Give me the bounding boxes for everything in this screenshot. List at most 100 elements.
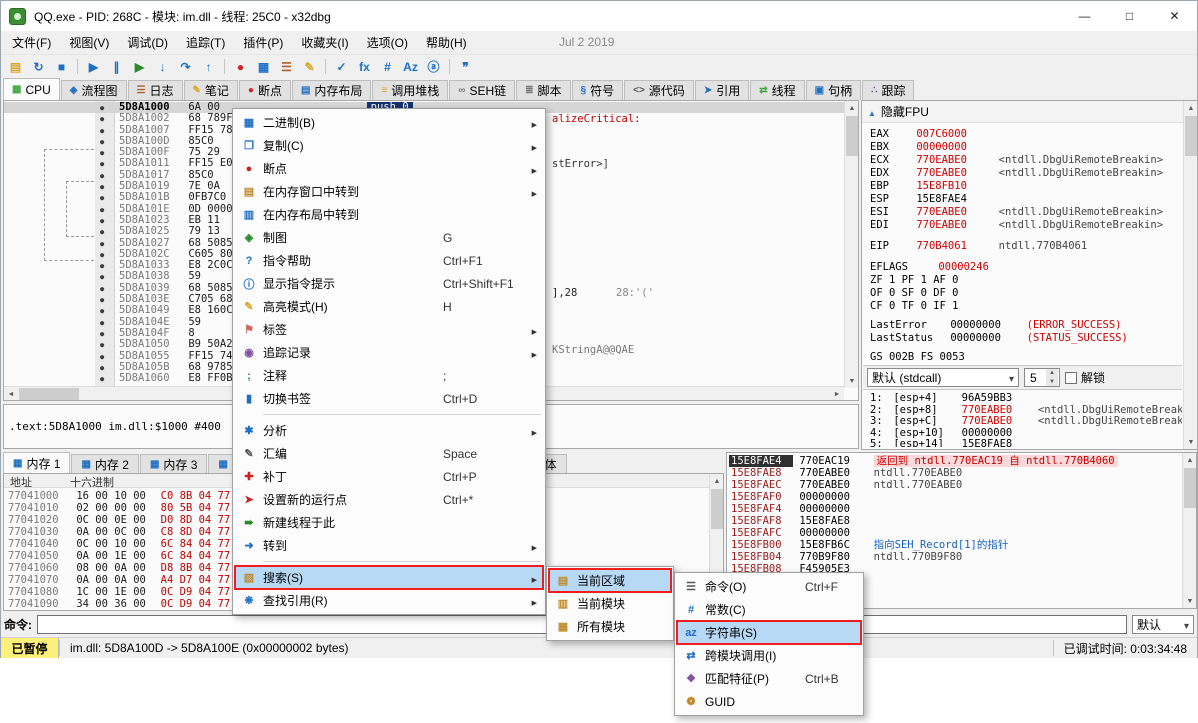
submenu-item[interactable]: ▥ 当前模块 xyxy=(549,592,671,615)
scroll-down-icon[interactable] xyxy=(1184,435,1198,449)
register-row[interactable]: ESP 15E8FAE4 xyxy=(870,193,1182,206)
stepper-down-icon[interactable] xyxy=(1046,378,1058,387)
toolbar-button[interactable]: ↻ xyxy=(27,56,50,77)
toolbar-button[interactable]: ❞ xyxy=(454,56,477,77)
toolbar-button[interactable]: ↑ xyxy=(197,56,220,77)
submenu-item[interactable]: az 字符串(S) xyxy=(677,621,861,644)
view-tab[interactable]: ≡ 调用堆栈 xyxy=(372,80,448,100)
toolbar-button[interactable]: ↓ xyxy=(151,56,174,77)
context-menu-item[interactable]: ▤ 在内存窗口中转到 xyxy=(235,180,543,203)
view-tab[interactable]: ▣ 句柄 xyxy=(806,80,861,100)
breakpoint-dot-icon[interactable] xyxy=(100,373,104,385)
submenu-item[interactable]: ▦ 所有模块 xyxy=(549,615,671,638)
stack-row[interactable]: 15E8FAEC 770EABE0 ntdll.770EABE0 xyxy=(729,479,1182,491)
toolbar-button[interactable]: ● xyxy=(229,56,252,77)
maximize-button[interactable]: □ xyxy=(1107,1,1152,31)
view-tab[interactable]: ● 断点 xyxy=(239,80,291,100)
flags-row[interactable]: ZF 1 PF 1 AF 0 xyxy=(870,274,1182,287)
context-menu-item[interactable]: ➜ 转到 xyxy=(235,534,543,557)
context-menu-item[interactable]: ❐ 复制(C) xyxy=(235,134,543,157)
command-convention-select[interactable]: 默认 xyxy=(1132,615,1194,634)
context-menu-item[interactable]: ⓘ 显示指令提示 Ctrl+Shift+F1 xyxy=(235,272,543,295)
view-tab[interactable]: ▤ 内存布局 xyxy=(292,80,371,100)
toolbar-button[interactable]: fx xyxy=(353,56,376,77)
toolbar-button[interactable] xyxy=(73,56,82,77)
submenu-item[interactable]: ❁ GUID xyxy=(677,690,861,713)
context-menu-item[interactable]: ; 注释 ; xyxy=(235,364,543,387)
toolbar-button[interactable]: # xyxy=(376,56,399,77)
view-tab[interactable]: ✎ 笔记 xyxy=(184,80,238,100)
toolbar-button[interactable]: ▶ xyxy=(128,56,151,77)
scroll-up-icon[interactable] xyxy=(1184,101,1198,115)
stack-row[interactable]: 15E8FB00 15E8FB6C 指向SEH_Record[1]的指针 xyxy=(729,539,1182,551)
context-menu-item[interactable]: ◉ 追踪记录 xyxy=(235,341,543,364)
dump-tab[interactable]: ▦ 内存 2 xyxy=(71,454,138,473)
context-menu-item[interactable]: ▥ 在内存布局中转到 xyxy=(235,203,543,226)
last-error-row[interactable]: LastError 00000000 (ERROR_SUCCESS) xyxy=(870,319,1182,332)
scrollbar-thumb[interactable] xyxy=(711,489,723,529)
toolbar-button[interactable]: ▤ xyxy=(4,56,27,77)
toolbar-button[interactable] xyxy=(220,56,229,77)
calling-convention-select[interactable]: 默认 (stdcall) xyxy=(867,368,1019,387)
toolbar-button[interactable]: ✎ xyxy=(298,56,321,77)
stack-row[interactable]: 15E8FAE8 770EABE0 ntdll.770EABE0 xyxy=(729,467,1182,479)
toolbar-button[interactable]: ✓ xyxy=(330,56,353,77)
flags-row[interactable]: CF 0 TF 0 IF 1 xyxy=(870,300,1182,313)
hide-fpu-button[interactable]: 隐藏FPU xyxy=(881,103,929,120)
call-argument-row[interactable]: 3: [esp+C] 770EABE0 <ntdll.DbgUiRemoteBr… xyxy=(870,416,1182,428)
context-menu-item[interactable] xyxy=(235,557,543,566)
register-row[interactable]: ESI 770EABE0 <ntdll.DbgUiRemoteBreakin> xyxy=(870,206,1182,219)
context-menu-item[interactable]: ⚑ 标签 xyxy=(235,318,543,341)
scroll-up-icon[interactable] xyxy=(710,474,724,488)
stack-scrollbar[interactable] xyxy=(1182,453,1196,608)
scrollbar-thumb[interactable] xyxy=(19,388,79,400)
context-menu-item[interactable]: ● 断点 xyxy=(235,157,543,180)
context-menu-item[interactable]: ▮ 切换书签 Ctrl+D xyxy=(235,387,543,410)
context-menu-item[interactable]: ❋ 查找引用(R) xyxy=(235,589,543,612)
menubar-item[interactable]: 追踪(T) xyxy=(177,31,234,54)
view-tab[interactable]: ◈ 流程图 xyxy=(61,80,127,100)
context-menu-item[interactable]: ▦ 二进制(B) xyxy=(235,111,543,134)
toolbar-button[interactable]: ☰ xyxy=(275,56,298,77)
context-menu-item[interactable]: ✎ 汇编 Space xyxy=(235,442,543,465)
context-menu-item[interactable]: ✱ 分析 xyxy=(235,419,543,442)
dump-tab[interactable]: ▦ 内存 3 xyxy=(140,454,207,473)
toolbar-button[interactable]: ⓐ xyxy=(422,56,445,77)
register-row[interactable]: EBX 00000000 xyxy=(870,141,1182,154)
view-tab[interactable]: ➤ 引用 xyxy=(695,80,749,100)
view-tab[interactable]: § 符号 xyxy=(572,80,624,100)
menubar-item[interactable]: 调试(D) xyxy=(118,31,177,54)
register-row[interactable]: EDX 770EABE0 <ntdll.DbgUiRemoteBreakin> xyxy=(870,167,1182,180)
context-menu-item[interactable]: ▧ 搜索(S) xyxy=(235,566,543,589)
menubar-item[interactable]: 帮助(H) xyxy=(417,31,476,54)
eflags-row[interactable]: EFLAGS 00000246 xyxy=(870,261,1182,274)
menubar-item[interactable]: 文件(F) xyxy=(3,31,60,54)
context-menu-item[interactable]: ? 指令帮助 Ctrl+F1 xyxy=(235,249,543,272)
flags-row[interactable]: OF 0 SF 0 DF 0 xyxy=(870,287,1182,300)
toolbar-button[interactable]: ▶ xyxy=(82,56,105,77)
context-menu-item[interactable]: ◈ 制图 G xyxy=(235,226,543,249)
register-row[interactable]: EIP 770B4061 ntdll.770B4061 xyxy=(870,240,1182,253)
context-menu-item[interactable]: ➠ 新建线程于此 xyxy=(235,511,543,534)
scroll-down-icon[interactable] xyxy=(845,374,859,388)
stack-row[interactable]: 15E8FAE4 770EAC19 返回到 ntdll.770EAC19 自 n… xyxy=(729,455,1182,467)
submenu-item[interactable]: ❖ 匹配特征(P) Ctrl+B xyxy=(677,667,861,690)
stepper-up-icon[interactable] xyxy=(1046,369,1058,378)
menubar-item[interactable]: 收藏夹(I) xyxy=(292,31,357,54)
context-menu-item[interactable]: ➤ 设置新的运行点 Ctrl+* xyxy=(235,488,543,511)
stack-row[interactable]: 15E8FAF8 15E8FAE8 xyxy=(729,515,1182,527)
submenu-item[interactable]: ▤ 当前区域 xyxy=(549,569,671,592)
view-tab[interactable]: ∴ 跟踪 xyxy=(862,80,914,100)
submenu-item[interactable]: # 常数(C) xyxy=(677,598,861,621)
toolbar-button[interactable] xyxy=(445,56,454,77)
toolbar-button[interactable] xyxy=(321,56,330,77)
menubar-item[interactable]: 选项(O) xyxy=(358,31,417,54)
scroll-up-icon[interactable] xyxy=(1183,453,1197,467)
call-argument-row[interactable]: 5: [esp+14] 15E8FAE8 xyxy=(870,439,1182,447)
submenu-item[interactable]: ⇄ 跨模块调用(I) xyxy=(677,644,861,667)
argument-count-stepper[interactable]: 5 xyxy=(1024,368,1060,387)
scrollbar-thumb[interactable] xyxy=(1184,468,1196,508)
scroll-up-icon[interactable] xyxy=(845,101,859,115)
registers-scrollbar[interactable] xyxy=(1183,101,1197,449)
minimize-button[interactable]: — xyxy=(1062,1,1107,31)
